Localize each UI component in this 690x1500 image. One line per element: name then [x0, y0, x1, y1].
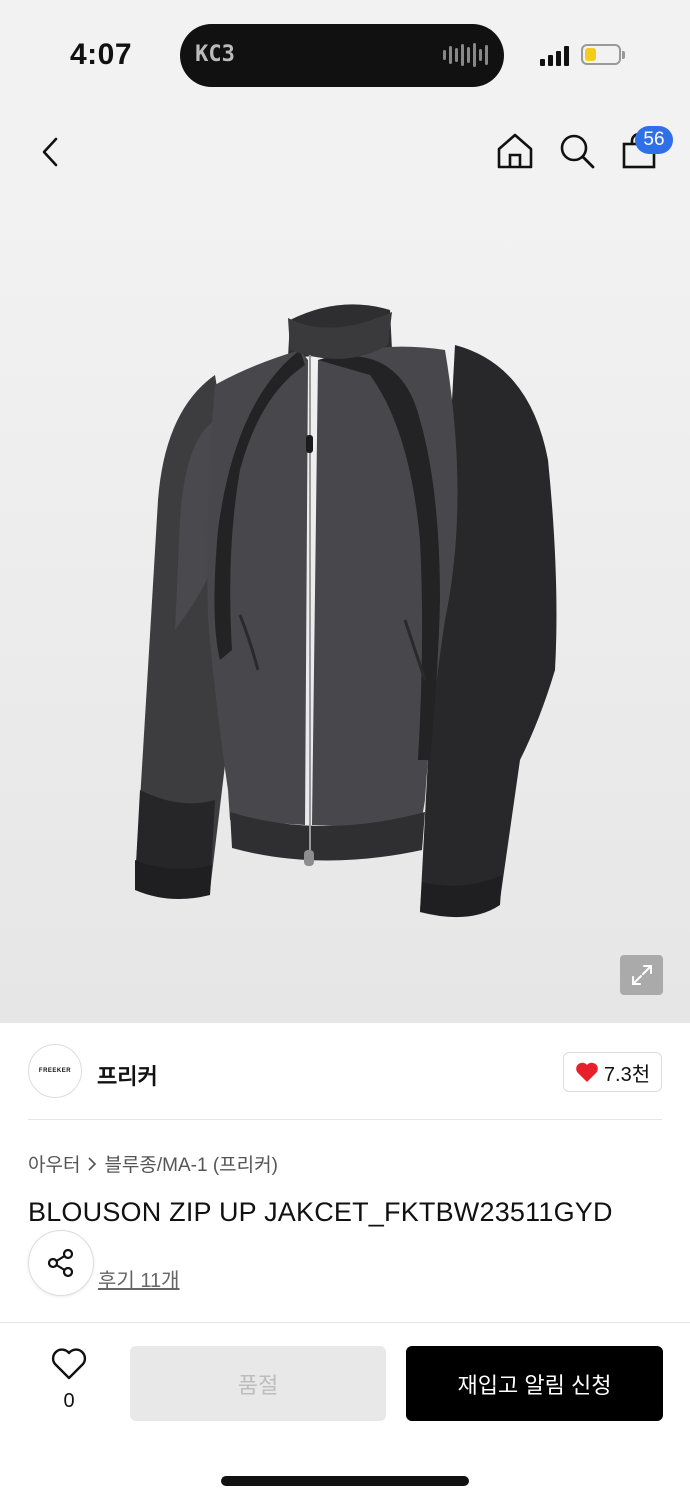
chevron-right-icon	[88, 1156, 97, 1171]
island-logo: KC3	[195, 42, 235, 67]
breadcrumb-subcategory[interactable]: 블루종/MA-1 (프리커)	[104, 1150, 278, 1177]
brand-like-button[interactable]: 7.3천	[563, 1052, 662, 1092]
home-icon	[497, 133, 533, 169]
home-button[interactable]	[492, 128, 538, 174]
soldout-button: 품절	[130, 1346, 386, 1421]
heart-filled-icon	[576, 1062, 598, 1082]
brand-row: FREEKER 프리커 7.3천	[0, 1023, 690, 1120]
review-link[interactable]: 후기 11개	[98, 1264, 180, 1293]
battery-tip	[622, 51, 625, 59]
home-indicator[interactable]	[221, 1476, 469, 1486]
back-button[interactable]	[28, 130, 72, 174]
expand-icon	[631, 965, 652, 985]
restock-alert-button[interactable]: 재입고 알림 신청	[406, 1346, 663, 1421]
brand-name[interactable]: 프리커	[97, 1059, 158, 1091]
cart-badge: 56	[635, 126, 673, 154]
divider	[28, 1119, 662, 1120]
audio-wave-icon	[443, 42, 488, 68]
battery-icon	[581, 44, 621, 65]
bottom-bar-divider	[0, 1322, 690, 1323]
product-image[interactable]	[0, 200, 690, 1023]
wish-count: 0	[63, 1390, 75, 1412]
brand-like-count: 7.3천	[603, 1063, 651, 1086]
signal-icon	[540, 44, 569, 66]
status-time: 4:07	[70, 38, 133, 71]
heart-outline-icon	[51, 1348, 87, 1380]
search-button[interactable]	[554, 128, 600, 174]
breadcrumb: 아우터 블루종/MA-1 (프리커)	[28, 1150, 278, 1177]
brand-logo[interactable]: FREEKER	[28, 1044, 82, 1098]
status-bar: 4:07 KC3	[0, 0, 690, 110]
search-icon	[560, 134, 595, 169]
dynamic-island: KC3	[180, 24, 504, 87]
wish-button[interactable]: 0	[46, 1348, 92, 1413]
share-button[interactable]	[28, 1230, 94, 1296]
product-title: BLOUSON ZIP UP JAKCET_FKTBW23511GYD	[28, 1197, 613, 1227]
chevron-left-icon	[42, 137, 58, 167]
share-icon	[47, 1248, 74, 1278]
top-nav	[0, 110, 690, 200]
breadcrumb-category[interactable]: 아우터	[28, 1150, 80, 1177]
expand-image-button[interactable]	[620, 955, 663, 995]
jacket-image	[135, 304, 557, 918]
